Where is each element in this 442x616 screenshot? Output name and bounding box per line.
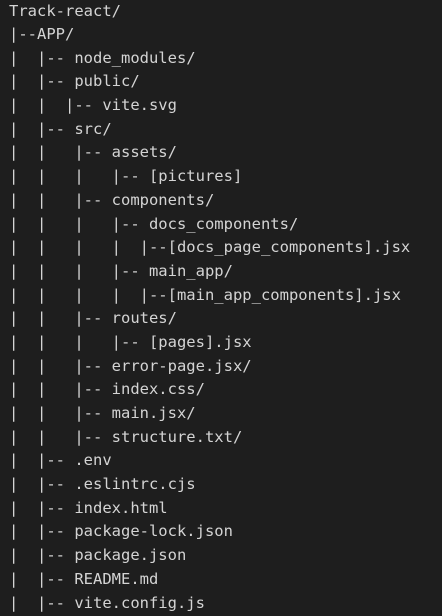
- code-line: | |-- package.json: [9, 546, 187, 565]
- code-line: | |-- vite.config.js: [9, 593, 205, 612]
- code-line: | |-- .eslintrc.cjs: [9, 475, 196, 494]
- code-line: | | | |-- main_app/: [9, 261, 233, 280]
- code-line: | |-- node_modules/: [9, 48, 196, 67]
- code-line: | | |-- index.css/: [9, 380, 205, 399]
- code-line: | |-- package-lock.json: [9, 522, 233, 541]
- code-line: | | | | |--[docs_page_components].jsx: [9, 238, 411, 257]
- code-line: | |-- src/: [9, 119, 112, 138]
- code-line: | | |-- error-page.jsx/: [9, 356, 252, 375]
- folder-structure-text: Track-react/ |--APP/ | |-- node_modules/…: [0, 0, 442, 615]
- code-line: | | |-- main.jsx/: [9, 404, 196, 422]
- code-editor[interactable]: Track-react/ |--APP/ | |-- node_modules/…: [0, 0, 442, 616]
- code-line: | | |-- routes/: [9, 309, 177, 328]
- code-line: | | | |-- [pictures]: [9, 167, 243, 186]
- code-line: | |-- .env: [9, 451, 112, 470]
- code-line: | | |-- assets/: [9, 143, 177, 162]
- code-line: | |-- public/: [9, 72, 140, 91]
- code-line: | |-- index.html: [9, 498, 168, 517]
- code-line: | | | |-- docs_components/: [9, 214, 299, 233]
- code-line: | | |-- vite.svg: [9, 96, 177, 115]
- code-line: |--APP/: [9, 25, 75, 43]
- code-line: | | |-- components/: [9, 190, 215, 209]
- code-line: Track-react/: [9, 2, 121, 20]
- code-line: | | | |-- [pages].jsx: [9, 332, 252, 351]
- code-line: | | | | |--[main_app_components].jsx: [9, 285, 401, 304]
- code-line: | |-- README.md: [9, 569, 159, 588]
- code-line: | | |-- structure.txt/: [9, 427, 243, 446]
